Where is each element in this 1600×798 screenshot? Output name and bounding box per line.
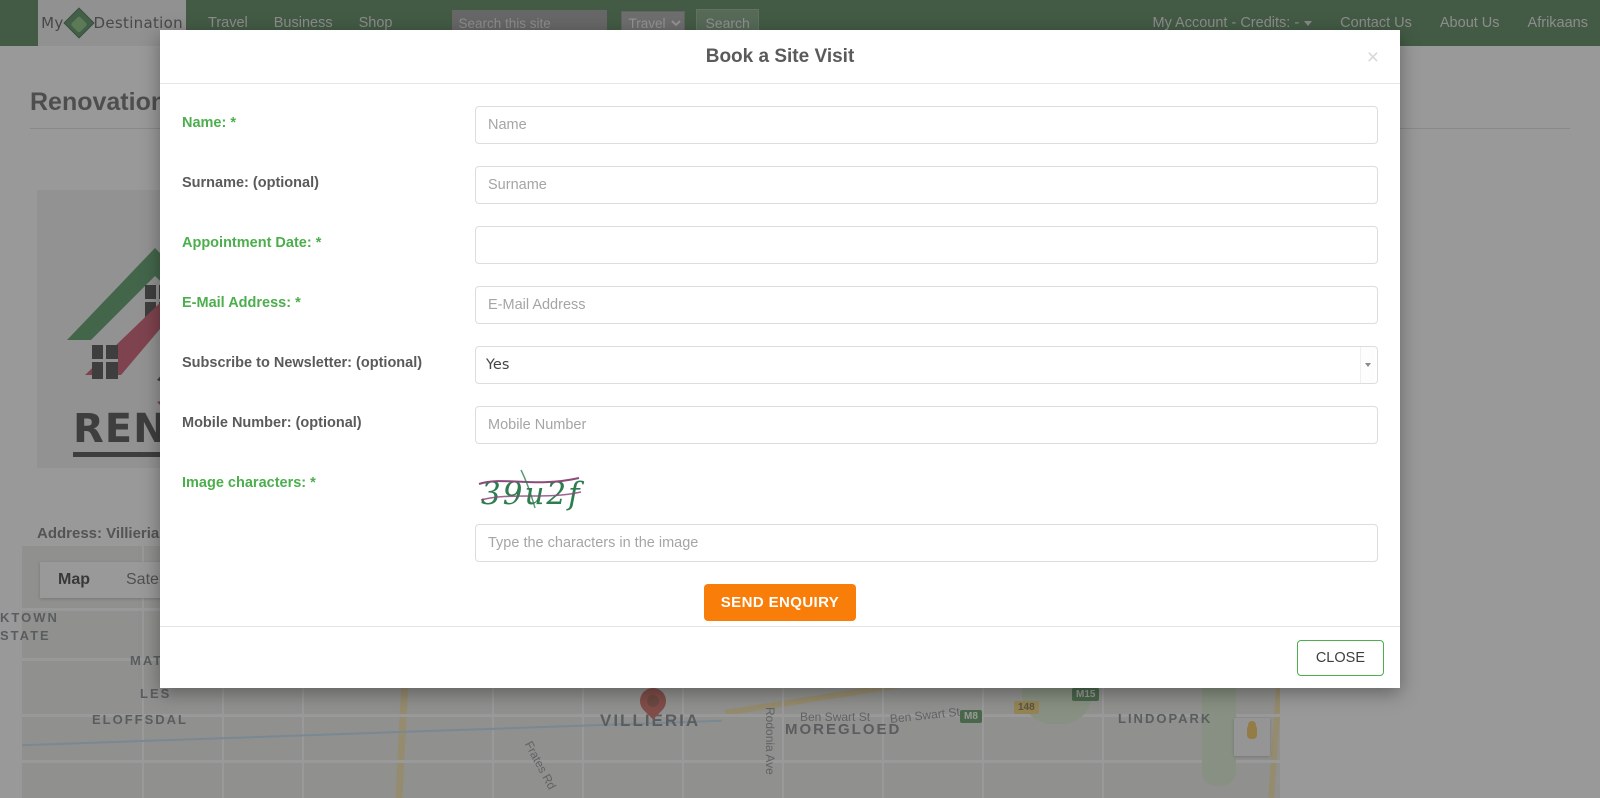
chevron-down-icon[interactable]	[1360, 347, 1375, 383]
field-control-surname	[475, 166, 1378, 204]
captcha-input[interactable]	[475, 524, 1378, 562]
modal-title: Book a Site Visit	[705, 45, 855, 67]
modal-footer: CLOSE	[160, 626, 1400, 688]
field-control-mobile	[475, 406, 1378, 444]
field-control-newsletter: Yes	[475, 346, 1378, 384]
field-control-captcha: 39u2f	[475, 466, 1378, 562]
modal-body: Name: * Surname: (optional) Appointment …	[160, 84, 1400, 626]
field-row-email: E-Mail Address: *	[182, 286, 1378, 324]
mobile-number-input[interactable]	[475, 406, 1378, 444]
surname-input[interactable]	[475, 166, 1378, 204]
field-row-name: Name: *	[182, 106, 1378, 144]
field-label-captcha: Image characters: *	[182, 475, 316, 491]
field-label-surname: Surname: (optional)	[182, 175, 319, 191]
send-enquiry-button[interactable]: SEND ENQUIRY	[703, 584, 857, 621]
field-label-appointment-date: Appointment Date: *	[182, 235, 322, 251]
field-label-name: Name: *	[182, 115, 236, 131]
newsletter-select[interactable]: Yes	[475, 346, 1378, 384]
book-site-visit-modal: Book a Site Visit × Name: * Surname: (op…	[160, 30, 1400, 688]
field-row-captcha: Image characters: * 39u2f	[182, 466, 1378, 562]
appointment-date-input[interactable]	[475, 226, 1378, 264]
captcha-image: 39u2f	[475, 466, 585, 512]
captcha-image-svg: 39u2f	[478, 469, 583, 512]
field-label-mobile: Mobile Number: (optional)	[182, 415, 362, 431]
field-label-newsletter: Subscribe to Newsletter: (optional)	[182, 355, 423, 371]
field-row-mobile: Mobile Number: (optional)	[182, 406, 1378, 444]
field-label-email: E-Mail Address: *	[182, 295, 301, 311]
name-input[interactable]	[475, 106, 1378, 144]
email-input[interactable]	[475, 286, 1378, 324]
field-row-appointment-date: Appointment Date: *	[182, 226, 1378, 264]
field-row-newsletter: Subscribe to Newsletter: (optional) Yes	[182, 346, 1378, 384]
field-control-email	[475, 286, 1378, 324]
close-icon[interactable]: ×	[1363, 43, 1383, 72]
close-button[interactable]: CLOSE	[1296, 639, 1384, 676]
modal-header: Book a Site Visit ×	[160, 30, 1400, 84]
send-enquiry-row: SEND ENQUIRY	[182, 584, 1378, 621]
field-control-appointment-date	[475, 226, 1378, 264]
field-row-surname: Surname: (optional)	[182, 166, 1378, 204]
field-control-name	[475, 106, 1378, 144]
